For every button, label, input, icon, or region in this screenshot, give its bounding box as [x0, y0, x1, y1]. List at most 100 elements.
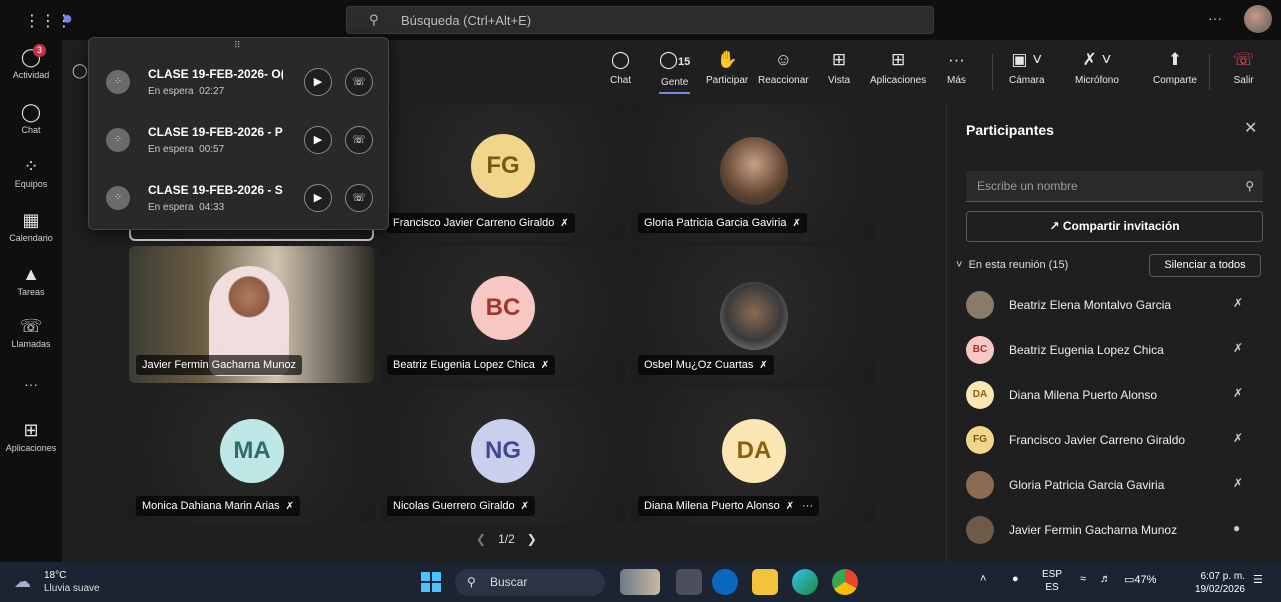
participant-name-tag: Nicolas Guerrero Giraldo ✗: [387, 496, 536, 516]
taskbar-search-label: Buscar: [490, 575, 528, 589]
tile-more-icon[interactable]: ···: [802, 500, 813, 512]
next-page-icon[interactable]: ❯: [527, 532, 537, 546]
search-icon: ⚲: [467, 575, 476, 589]
participant-name-tag: Javier Fermin Gacharna Munoz: [136, 355, 303, 375]
grid-icon: ⊞: [831, 50, 847, 69]
weather-temp: 18°C: [44, 570, 67, 581]
clock-date: 19/02/2026: [1194, 584, 1245, 595]
more-button[interactable]: ··· Más: [947, 50, 966, 86]
leave-button[interactable]: ☏ Salir: [1233, 50, 1254, 86]
search-box[interactable]: ⚲ Búsqueda (Ctrl+Alt+E): [346, 6, 934, 34]
hp-icon[interactable]: [712, 569, 738, 595]
search-icon: ⚲: [369, 12, 379, 27]
participants-panel: Participantes ✕ Escribe un nombre ⚲ ↗ Co…: [946, 104, 1281, 562]
more-label: Más: [947, 75, 966, 86]
hold-call-item: ⁘ CLASE 19-FEB-2026 - P En espera 00:57 …: [89, 112, 389, 168]
end-call-button[interactable]: ☏: [345, 126, 373, 154]
video-tile[interactable]: FG Francisco Javier Carreno Giraldo ✗: [380, 104, 625, 241]
participant-name: Diana Milena Puerto Alonso: [644, 500, 780, 512]
more-options-button[interactable]: ···: [1208, 10, 1222, 26]
apps-button[interactable]: ⊞ Aplicaciones: [870, 50, 926, 86]
cloud-rain-icon: ☁: [14, 572, 31, 591]
participant-row[interactable]: Javier Fermin Gacharna Munoz ●: [966, 510, 1266, 550]
user-avatar[interactable]: [1244, 5, 1272, 33]
react-button[interactable]: ☺ Reaccionar: [758, 50, 809, 86]
section-header[interactable]: ˅ En esta reunión (15): [956, 259, 1068, 271]
rail-item-actividad[interactable]: ◯ 3 Actividad: [0, 44, 62, 80]
chat-icon: ◯: [20, 102, 42, 122]
chat-button[interactable]: ◯ Chat: [610, 50, 631, 86]
hand-icon: ✋: [716, 50, 738, 69]
chrome-icon[interactable]: [832, 569, 858, 595]
video-tile[interactable]: BC Beatriz Eugenia Lopez Chica ✗: [380, 246, 625, 383]
video-tile-camera[interactable]: Javier Fermin Gacharna Munoz: [129, 246, 374, 383]
close-icon[interactable]: ✕: [1244, 118, 1257, 138]
mute-all-button[interactable]: Silenciar a todos: [1149, 254, 1261, 277]
call-status: En espera 04:33: [148, 202, 224, 213]
rail-item-calendario[interactable]: ▦ Calendario: [0, 210, 62, 243]
rail-item-tareas[interactable]: ▲ Tareas: [0, 264, 62, 297]
participant-row[interactable]: Gloria Patricia Garcia Gaviria ✗: [966, 465, 1266, 505]
drag-handle-icon[interactable]: ⠿: [234, 40, 241, 51]
participant-avatar: BC: [966, 336, 994, 364]
volume-icon[interactable]: ♬: [1100, 573, 1111, 585]
video-tile[interactable]: Gloria Patricia Garcia Gaviria ✗: [631, 104, 876, 241]
hold-call-item: ⁘ CLASE 19-FEB-2026 - S En espera 04:33 …: [89, 170, 389, 226]
mic-off-icon: ✗: [792, 218, 801, 229]
mic-tray-icon[interactable]: ●: [1012, 573, 1019, 585]
participant-avatar: [966, 516, 994, 544]
language-indicator[interactable]: ESP ES: [1042, 568, 1062, 594]
mic-button[interactable]: ✗ ˅ Micrófono: [1075, 50, 1119, 86]
rail-item-llamadas[interactable]: ☏ Llamadas: [0, 316, 62, 349]
taskbar-search[interactable]: ⚲ Buscar: [455, 569, 605, 596]
notification-icon[interactable]: ☰: [1253, 573, 1263, 586]
people-button[interactable]: ◯15 Gente: [659, 50, 691, 94]
participant-row[interactable]: Beatriz Elena Montalvo Garcia ✗: [966, 285, 1266, 325]
task-view-thumbnail[interactable]: [620, 569, 660, 595]
end-call-button[interactable]: ☏: [345, 184, 373, 212]
smiley-icon: ☺: [774, 50, 792, 69]
battery-indicator[interactable]: ▭47%: [1124, 573, 1156, 586]
mic-off-icon: ✗: [540, 360, 550, 371]
resume-call-button[interactable]: ▶: [304, 126, 332, 154]
participant-search-input[interactable]: Escribe un nombre ⚲: [966, 171, 1263, 202]
video-tile[interactable]: MA Monica Dahiana Marin Arias ✗: [129, 387, 374, 524]
share-invite-button[interactable]: ↗ Compartir invitación: [966, 211, 1263, 242]
video-tile[interactable]: Osbel Mu¿Oz Cuartas ✗: [631, 246, 876, 383]
page-indicator: 1/2: [498, 532, 515, 546]
raise-hand-button[interactable]: ✋ Participar: [706, 50, 748, 86]
share-button[interactable]: ⬆ Comparte: [1153, 50, 1197, 86]
file-explorer-icon[interactable]: [752, 569, 778, 595]
teams-icon: ⁘: [23, 156, 39, 176]
resume-call-button[interactable]: ▶: [304, 184, 332, 212]
avatar-initials: MA: [220, 419, 284, 483]
end-call-button[interactable]: ☏: [345, 68, 373, 96]
hold-call-item: ⁘ CLASE 19-FEB-2026- O( En espera 02:27 …: [89, 54, 389, 110]
video-tile[interactable]: DA Diana Milena Puerto Alonso ✗ ···: [631, 387, 876, 524]
participant-name: Javier Fermin Gacharna Munoz: [1009, 523, 1178, 537]
edge-icon[interactable]: [792, 569, 818, 595]
resume-call-button[interactable]: ▶: [304, 68, 332, 96]
call-status-text: En espera: [148, 144, 194, 155]
chevron-up-icon[interactable]: ˄: [980, 573, 986, 585]
rail-item-equipos[interactable]: ⁘ Equipos: [0, 156, 62, 189]
view-button[interactable]: ⊞ Vista: [828, 50, 850, 86]
chat-label: Chat: [610, 75, 632, 86]
participant-row[interactable]: DA Diana Milena Puerto Alonso ✗: [966, 375, 1266, 415]
camera-button[interactable]: ▣ ˅ Cámara: [1009, 50, 1045, 86]
app-icon[interactable]: [676, 569, 702, 595]
participant-row[interactable]: FG Francisco Javier Carreno Giraldo ✗: [966, 420, 1266, 460]
mic-off-icon: ✗: [759, 360, 768, 371]
wifi-icon[interactable]: ≈: [1080, 573, 1086, 585]
clock[interactable]: 6:07 p. m. 19/02/2026: [1193, 570, 1245, 596]
call-status: En espera 00:57: [148, 144, 224, 155]
title-bar: ⋮⋮⋮ ● ⚲ Búsqueda (Ctrl+Alt+E) ···: [0, 0, 1281, 40]
mic-off-icon: ✗: [520, 501, 530, 512]
rail-item-aplicaciones[interactable]: ⊞ Aplicaciones: [0, 420, 62, 453]
rail-item-more[interactable]: ···: [0, 376, 62, 392]
prev-page-icon[interactable]: ❮: [476, 532, 486, 546]
participant-row[interactable]: BC Beatriz Eugenia Lopez Chica ✗: [966, 330, 1266, 370]
rail-item-chat[interactable]: ◯ Chat: [0, 102, 62, 135]
windows-start-icon[interactable]: [421, 572, 441, 592]
video-tile[interactable]: NG Nicolas Guerrero Giraldo ✗: [380, 387, 625, 524]
